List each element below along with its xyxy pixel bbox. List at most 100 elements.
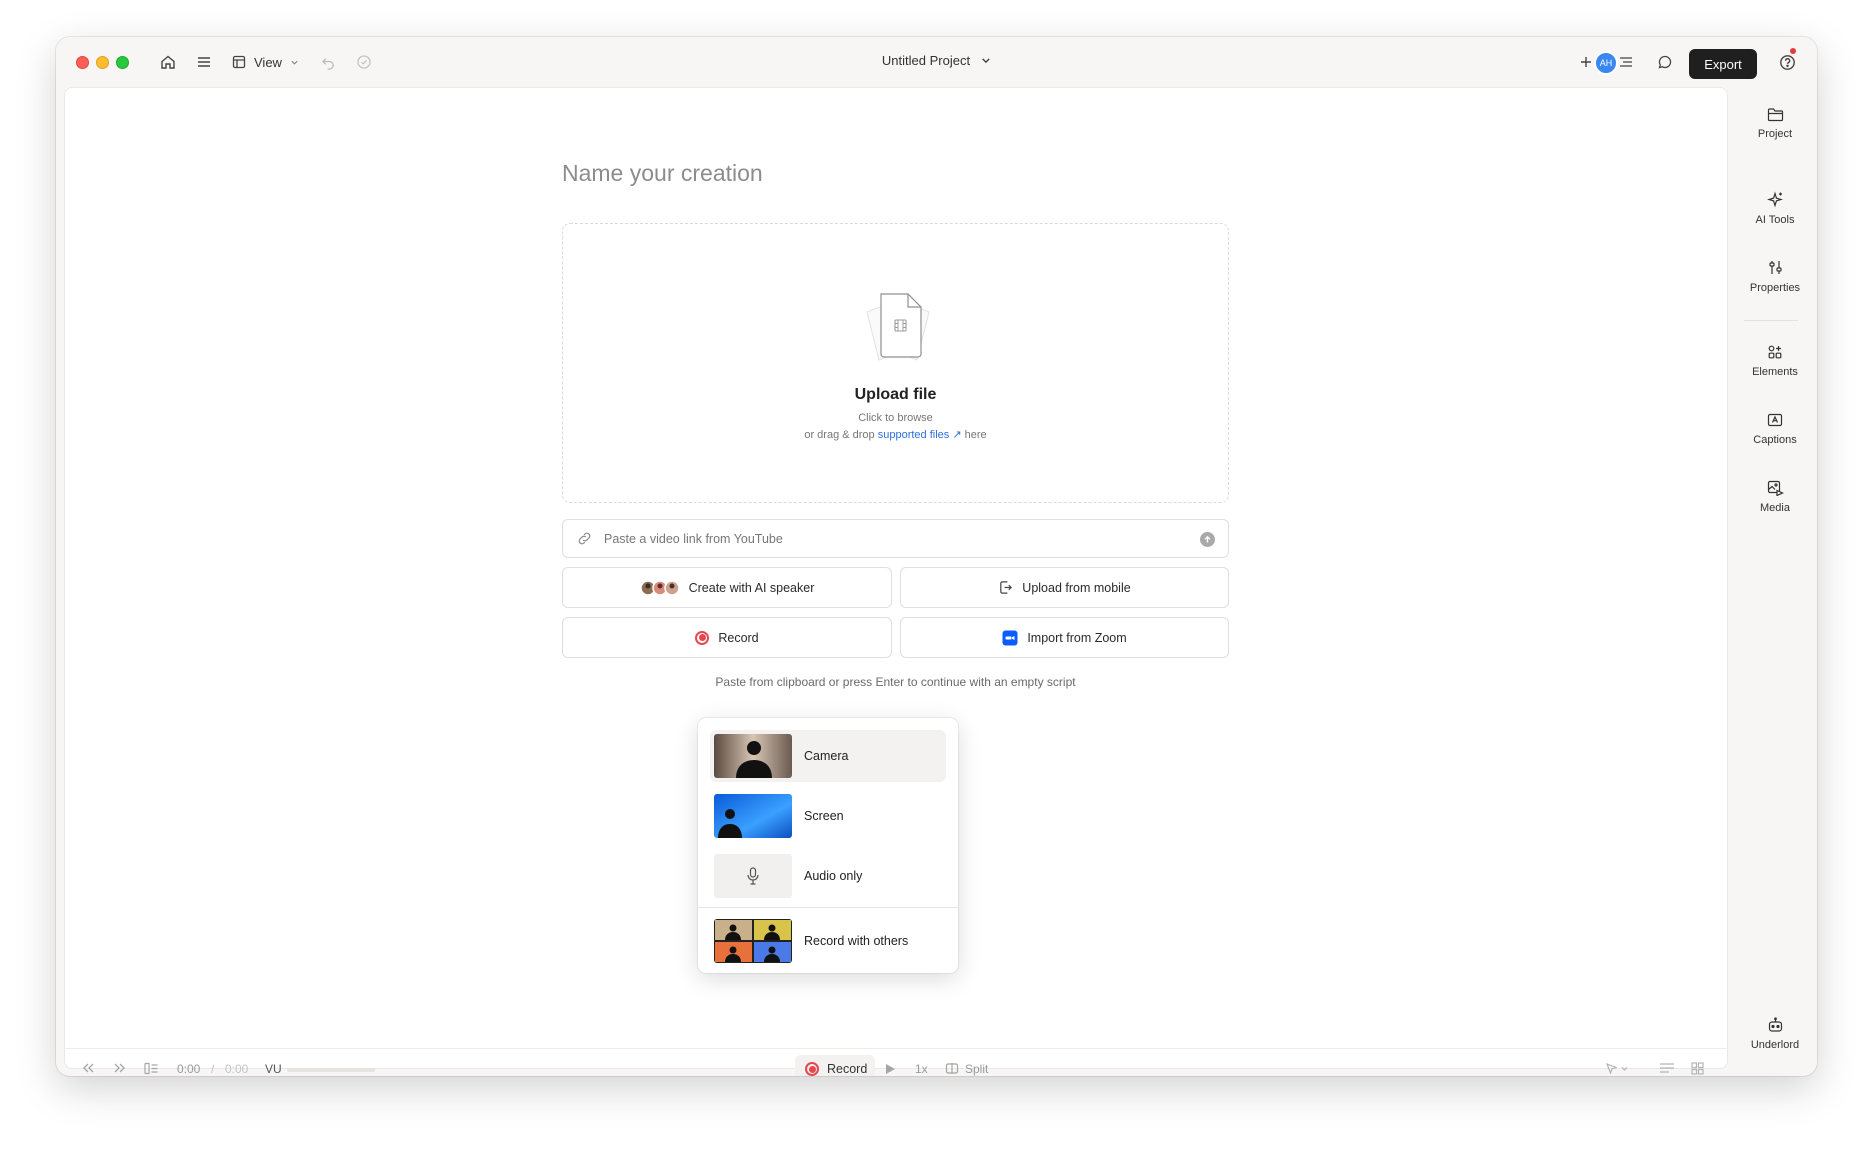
script-view-icon[interactable] [1659, 1062, 1675, 1075]
sidebar-item-elements[interactable]: Elements [1738, 344, 1812, 378]
cursor-tool-icon[interactable] [1605, 1062, 1629, 1075]
sidebar-item-ai-tools[interactable]: AI Tools [1738, 191, 1812, 226]
vu-meter [287, 1068, 375, 1072]
mobile-upload-icon [998, 580, 1013, 595]
ai-speaker-avatars-icon [639, 579, 680, 597]
upload-instructions: or drag & drop supported files ↗ here [563, 428, 1228, 441]
check-circle-icon[interactable] [352, 50, 376, 74]
elements-icon [1767, 344, 1783, 360]
sliders-icon [1767, 259, 1784, 276]
record-option-with-others[interactable]: Record with others [710, 915, 946, 967]
sidebar-item-label: Media [1760, 502, 1790, 514]
record-option-camera[interactable]: Camera [710, 730, 946, 782]
record-option-screen[interactable]: Screen [710, 790, 946, 842]
chapters-icon[interactable] [143, 1062, 159, 1075]
rewind-icon[interactable] [81, 1062, 95, 1074]
create-with-ai-speaker-button[interactable]: Create with AI speaker [562, 567, 892, 608]
creation-name-input[interactable]: Name your creation [562, 160, 763, 187]
sidebar-item-captions[interactable]: Captions [1738, 412, 1812, 446]
chevron-down-icon [980, 55, 991, 66]
bottom-record-button[interactable]: Record [795, 1055, 875, 1076]
top-toolbar: View Untitled Project AH Export [56, 37, 1817, 87]
playback-speed[interactable]: 1x [915, 1062, 928, 1076]
sidebar-item-underlord[interactable]: Underlord [1738, 1017, 1812, 1051]
supported-files-link[interactable]: supported files ↗ [878, 429, 962, 441]
robot-icon [1767, 1017, 1784, 1033]
captions-icon [1767, 412, 1783, 428]
menu-divider [698, 907, 958, 908]
grid-view-icon[interactable] [1691, 1062, 1704, 1075]
upload-title: Upload file [854, 386, 937, 403]
microphone-icon [714, 854, 792, 898]
project-title-dropdown[interactable]: Untitled Project [882, 53, 991, 68]
upload-dropzone[interactable]: Upload file Click to browse or drag & dr… [562, 223, 1229, 503]
chevron-down-icon [290, 58, 299, 67]
split-label[interactable]: Split [965, 1062, 988, 1076]
undo-icon[interactable] [316, 50, 340, 74]
youtube-link-input[interactable]: Paste a video link from YouTube [562, 519, 1229, 558]
sidebar-item-label: Properties [1749, 282, 1801, 294]
zoom-icon [1002, 630, 1018, 646]
split-icon[interactable] [945, 1062, 959, 1075]
sidebar-item-label: Elements [1752, 366, 1798, 378]
youtube-link-placeholder: Paste a video link from YouTube [604, 531, 783, 546]
sidebar-item-label: Captions [1753, 434, 1797, 446]
link-icon [577, 531, 592, 546]
menu-icon[interactable] [192, 50, 216, 74]
upload-mobile-label: Upload from mobile [1022, 580, 1131, 595]
sidebar-item-properties[interactable]: Properties [1738, 259, 1812, 294]
record-with-others-label: Record with others [804, 934, 909, 948]
sidebar-item-project[interactable]: Project [1738, 107, 1812, 140]
current-time: 0:00 [177, 1062, 201, 1076]
sidebar-item-label: Underlord [1750, 1039, 1800, 1051]
record-options-menu: Camera Screen Audio only Record with oth… [698, 718, 958, 973]
ai-speaker-label: Create with AI speaker [688, 580, 815, 595]
help-icon[interactable] [1775, 50, 1799, 74]
screen-label: Screen [804, 809, 844, 823]
home-icon[interactable] [156, 50, 180, 74]
record-option-audio-only[interactable]: Audio only [710, 850, 946, 902]
sidebar-item-media[interactable]: Media [1738, 480, 1812, 514]
media-icon [1767, 480, 1784, 496]
folder-icon [1767, 107, 1784, 122]
import-from-zoom-button[interactable]: Import from Zoom [900, 617, 1229, 658]
bottom-record-label: Record [827, 1062, 868, 1076]
record-with-others-thumbnail [714, 919, 792, 963]
layout-icon [232, 55, 246, 69]
vu-meter-label: VU [265, 1062, 282, 1076]
play-icon[interactable] [885, 1063, 896, 1075]
import-zoom-label: Import from Zoom [1027, 630, 1127, 645]
camera-label: Camera [804, 749, 849, 763]
comment-icon[interactable] [1653, 50, 1677, 74]
notification-badge [1790, 48, 1796, 54]
upload-from-mobile-button[interactable]: Upload from mobile [900, 567, 1229, 608]
upload-instructions-suffix: here [964, 429, 987, 441]
record-label: Record [718, 630, 759, 645]
camera-thumbnail [714, 734, 792, 778]
file-upload-icon [853, 288, 943, 368]
fast-forward-icon[interactable] [113, 1062, 127, 1074]
minimize-window-button[interactable] [96, 56, 109, 69]
total-time: 0:00 [225, 1062, 249, 1076]
sparkle-icon [1766, 191, 1784, 208]
sidebar-item-label: Project [1757, 128, 1793, 140]
view-label: View [254, 54, 282, 70]
sidebar-item-label: AI Tools [1755, 214, 1795, 226]
submit-link-icon[interactable] [1200, 532, 1215, 547]
view-menu-button[interactable]: View [232, 50, 299, 74]
list-icon[interactable] [1614, 50, 1638, 74]
playback-bar: 0:00 / 0:00 VU Record 1x Split [65, 1048, 1727, 1076]
sidebar-divider [1744, 320, 1798, 321]
record-button[interactable]: Record [562, 617, 892, 658]
app-window: View Untitled Project AH Export Name you… [56, 37, 1817, 1076]
record-icon [695, 630, 710, 645]
audio-only-label: Audio only [804, 869, 863, 883]
upload-subtitle: Click to browse [858, 412, 933, 424]
screen-thumbnail [714, 794, 792, 838]
maximize-window-button[interactable] [116, 56, 129, 69]
export-button[interactable]: Export [1689, 49, 1757, 79]
project-title: Untitled Project [881, 53, 971, 68]
time-separator: / [211, 1062, 215, 1076]
close-window-button[interactable] [76, 56, 89, 69]
upload-instructions-prefix: or drag & drop [804, 429, 875, 441]
